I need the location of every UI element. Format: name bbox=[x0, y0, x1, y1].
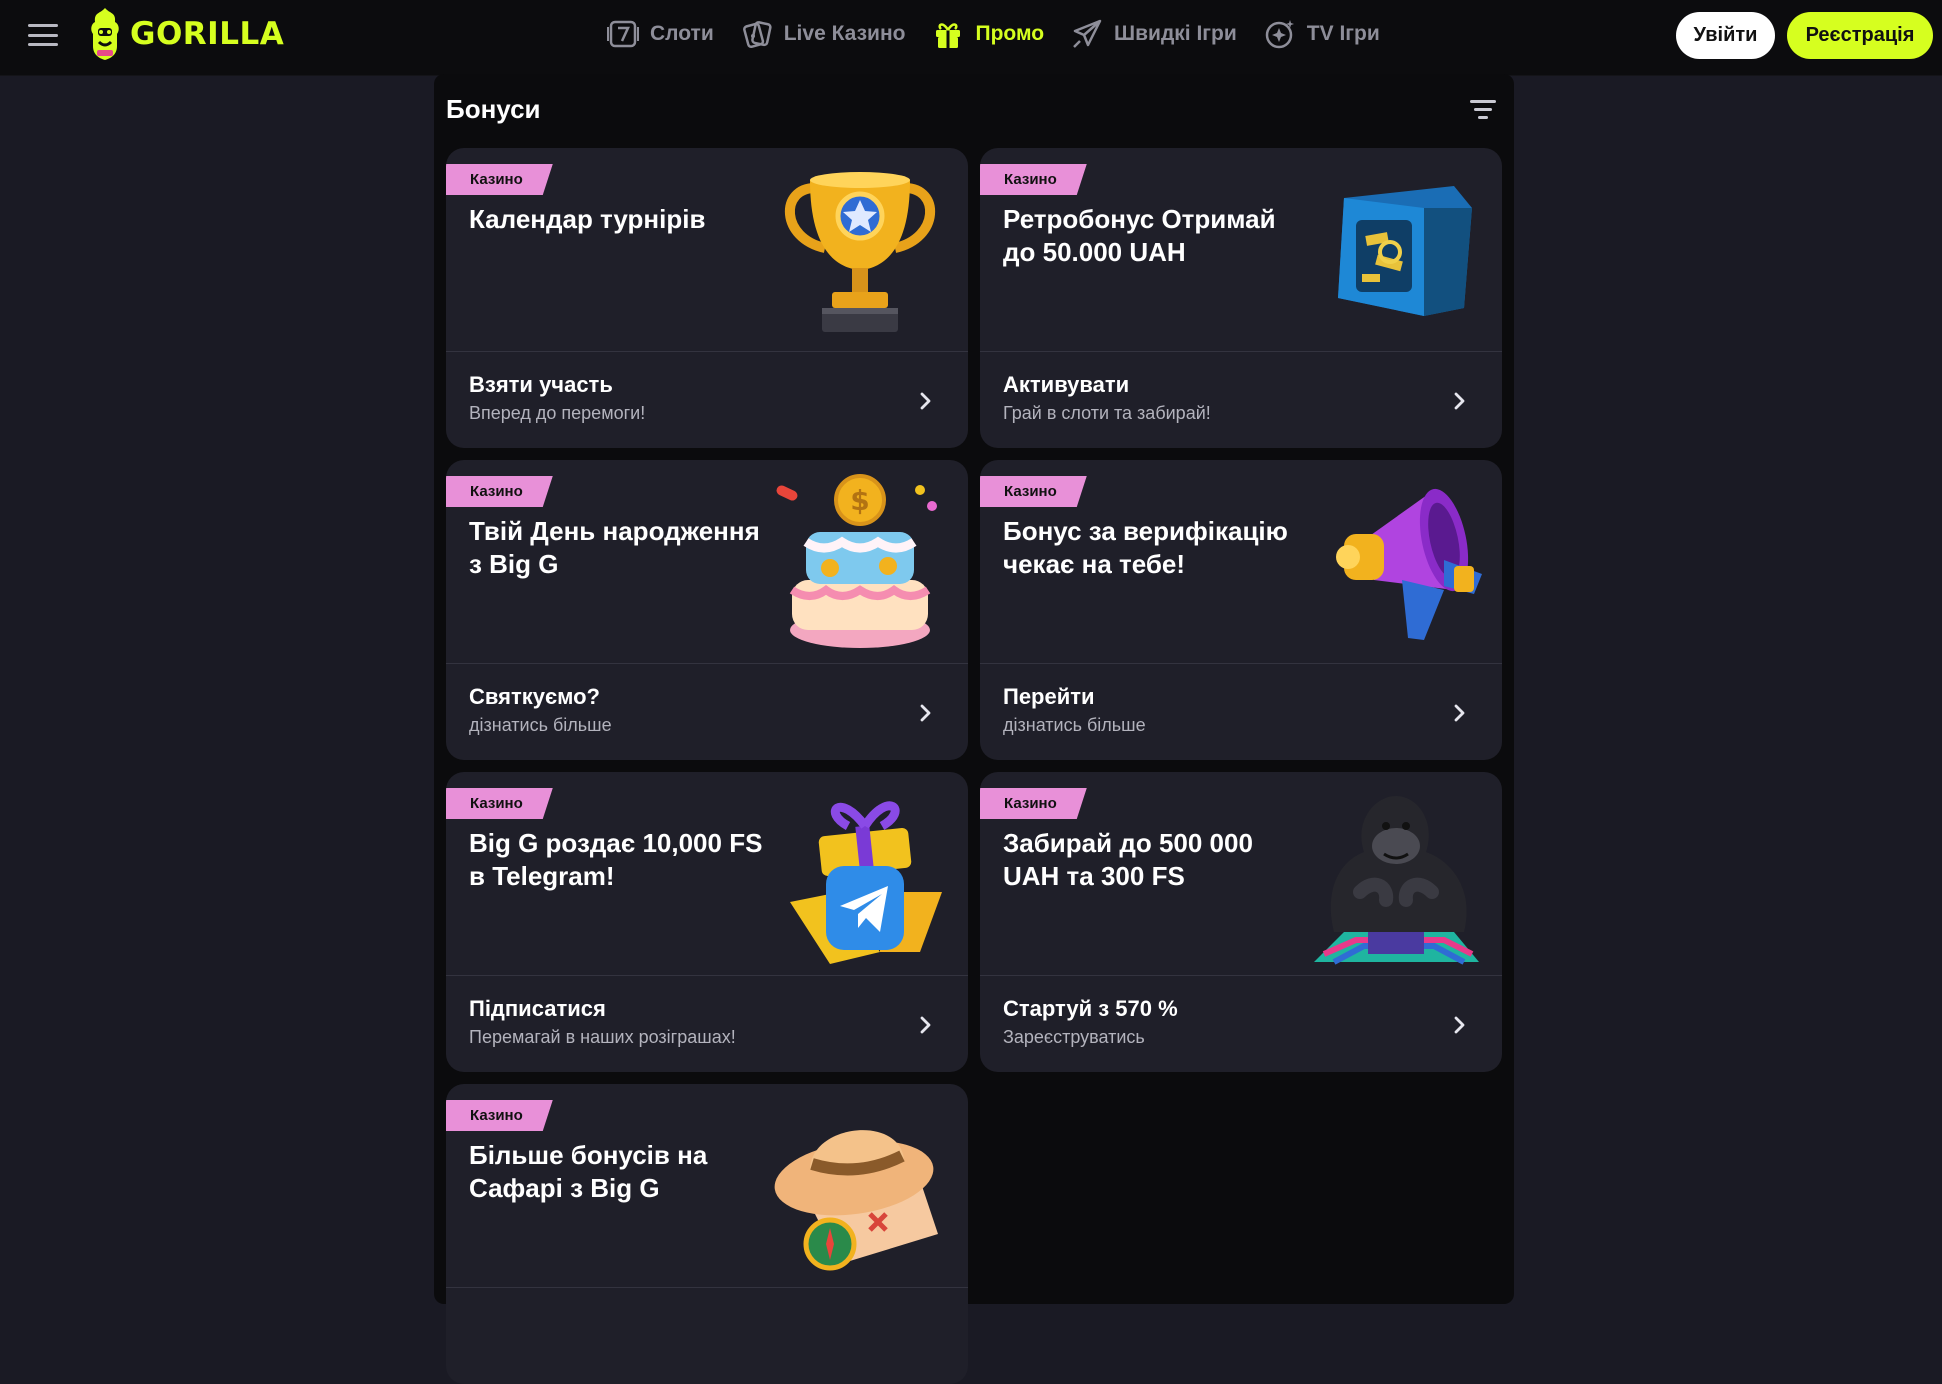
nav-item-fast-games[interactable]: Швидкі Ігри bbox=[1070, 17, 1237, 51]
logo-text: GORILLA bbox=[130, 16, 285, 52]
bonus-title: Календар турнірів bbox=[469, 204, 706, 234]
bonus-title: Big G роздає 10,000 FS в Telegram! bbox=[469, 828, 763, 891]
card-divider bbox=[980, 351, 1502, 352]
bonus-title: Твій День народження з Big G bbox=[469, 516, 760, 579]
bonus-subtitle: Вперед до перемоги! bbox=[469, 403, 646, 423]
bonus-subtitle: Перемагай в наших розіграшах! bbox=[469, 1027, 736, 1047]
bonus-cta[interactable]: Стартуй з 570 % bbox=[1003, 996, 1178, 1022]
gorilla-mascot-icon bbox=[1314, 796, 1479, 965]
chevron-right-icon[interactable] bbox=[918, 389, 934, 413]
top-header: GORILLA Слоти Live Казино Промо Швидкі І… bbox=[0, 0, 1942, 76]
nav-item-tv-games[interactable]: TV Ігри bbox=[1263, 17, 1380, 51]
telegram-gift-icon bbox=[790, 801, 942, 964]
site-logo[interactable]: GORILLA bbox=[88, 4, 284, 64]
bonus-subtitle: Зареєструватись bbox=[1003, 1027, 1145, 1047]
trophy-icon bbox=[785, 172, 935, 332]
category-badge: Казино bbox=[446, 476, 553, 507]
card-divider bbox=[980, 975, 1502, 976]
bonus-title: Забирай до 500 000 UAH та 300 FS bbox=[1003, 828, 1253, 891]
gift-icon bbox=[936, 23, 961, 48]
category-badge: Казино bbox=[980, 788, 1087, 819]
filter-icon[interactable] bbox=[1468, 96, 1498, 124]
nav-label-live-casino: Live Казино bbox=[783, 22, 906, 45]
nav-label-fast-games: Швидкі Ігри bbox=[1114, 22, 1237, 45]
bonus-card-tournament-calendar[interactable]: Казино Календар турнірів Взяти участь Вп… bbox=[446, 148, 968, 448]
bonus-cta[interactable]: Активувати bbox=[1003, 372, 1129, 398]
bonus-card-birthday[interactable]: Казино Твій День народження з Big G $ Св… bbox=[446, 460, 968, 760]
tv-games-icon bbox=[1265, 20, 1294, 49]
chevron-right-icon[interactable] bbox=[918, 1013, 934, 1037]
category-badge: Казино bbox=[980, 164, 1087, 195]
bonus-title: Бонус за верифікацію чекає на тебе! bbox=[1003, 516, 1288, 579]
category-badge: Казино bbox=[446, 788, 553, 819]
page-title: Бонуси bbox=[446, 94, 541, 124]
category-badge: Казино bbox=[980, 476, 1087, 507]
nav-label-promo: Промо bbox=[975, 22, 1045, 45]
safe-icon bbox=[1338, 186, 1472, 316]
bonus-subtitle: дізнатись більше bbox=[469, 715, 612, 735]
megaphone-icon bbox=[1336, 488, 1482, 640]
nav-item-slots[interactable]: Слоти bbox=[606, 17, 714, 51]
bonus-cta[interactable]: Перейти bbox=[1003, 684, 1095, 710]
bonus-card-retrobonus[interactable]: Казино Ретробонус Отримай до 50.000 UAH … bbox=[980, 148, 1502, 448]
category-badge: Казино bbox=[446, 1100, 553, 1131]
bonus-title: Ретробонус Отримай до 50.000 UAH bbox=[1003, 204, 1276, 267]
card-divider bbox=[446, 663, 968, 664]
bonus-subtitle: дізнатись більше bbox=[1003, 715, 1146, 735]
nav-label-slots: Слоти bbox=[650, 22, 714, 45]
bonus-cta[interactable]: Підписатися bbox=[469, 996, 606, 1022]
bonus-subtitle: Грай в слоти та забирай! bbox=[1003, 403, 1211, 423]
nav-item-promo[interactable]: Промо bbox=[931, 17, 1044, 51]
chevron-right-icon[interactable] bbox=[1452, 701, 1468, 725]
card-divider bbox=[980, 663, 1502, 664]
bonus-card-safari[interactable]: Казино Більше бонусів на Сафарі з Big G bbox=[446, 1084, 968, 1384]
bonus-cta[interactable]: Взяти участь bbox=[469, 372, 613, 398]
card-divider bbox=[446, 351, 968, 352]
bonuses-panel: Бонуси Казино Календар турнірів Взяти уч… bbox=[434, 74, 1514, 1384]
main-nav: Слоти Live Казино Промо Швидкі Ігри TV І… bbox=[606, 14, 1380, 54]
slot-seven-icon bbox=[607, 20, 639, 48]
gorilla-logo-icon bbox=[91, 8, 119, 60]
chevron-right-icon[interactable] bbox=[1452, 389, 1468, 413]
category-badge: Казино bbox=[446, 164, 553, 195]
safari-hat-icon bbox=[774, 1130, 938, 1271]
bonus-card-telegram[interactable]: Казино Big G роздає 10,000 FS в Telegram… bbox=[446, 772, 968, 1072]
bonus-card-verification[interactable]: Казино Бонус за верифікацію чекає на теб… bbox=[980, 460, 1502, 760]
birthday-cake-icon: $ bbox=[776, 474, 937, 648]
card-divider bbox=[446, 975, 968, 976]
chevron-right-icon[interactable] bbox=[918, 701, 934, 725]
bonus-card-welcome[interactable]: Казино Забирай до 500 000 UAH та 300 FS … bbox=[980, 772, 1502, 1072]
rocket-icon bbox=[1073, 19, 1102, 48]
chevron-right-icon[interactable] bbox=[1452, 1013, 1468, 1037]
nav-label-tv-games: TV Ігри bbox=[1306, 22, 1380, 45]
bonus-title: Більше бонусів на Сафарі з Big G bbox=[469, 1140, 708, 1203]
register-button[interactable]: Реєстрація bbox=[1787, 12, 1933, 59]
menu-icon[interactable] bbox=[28, 22, 58, 48]
card-divider bbox=[446, 1287, 968, 1288]
cards-icon bbox=[742, 21, 772, 49]
login-button[interactable]: Увійти bbox=[1676, 12, 1775, 59]
bonus-cta[interactable]: Святкуємо? bbox=[469, 684, 600, 710]
nav-item-live-casino[interactable]: Live Казино bbox=[740, 17, 906, 51]
svg-text:$: $ bbox=[850, 484, 869, 517]
